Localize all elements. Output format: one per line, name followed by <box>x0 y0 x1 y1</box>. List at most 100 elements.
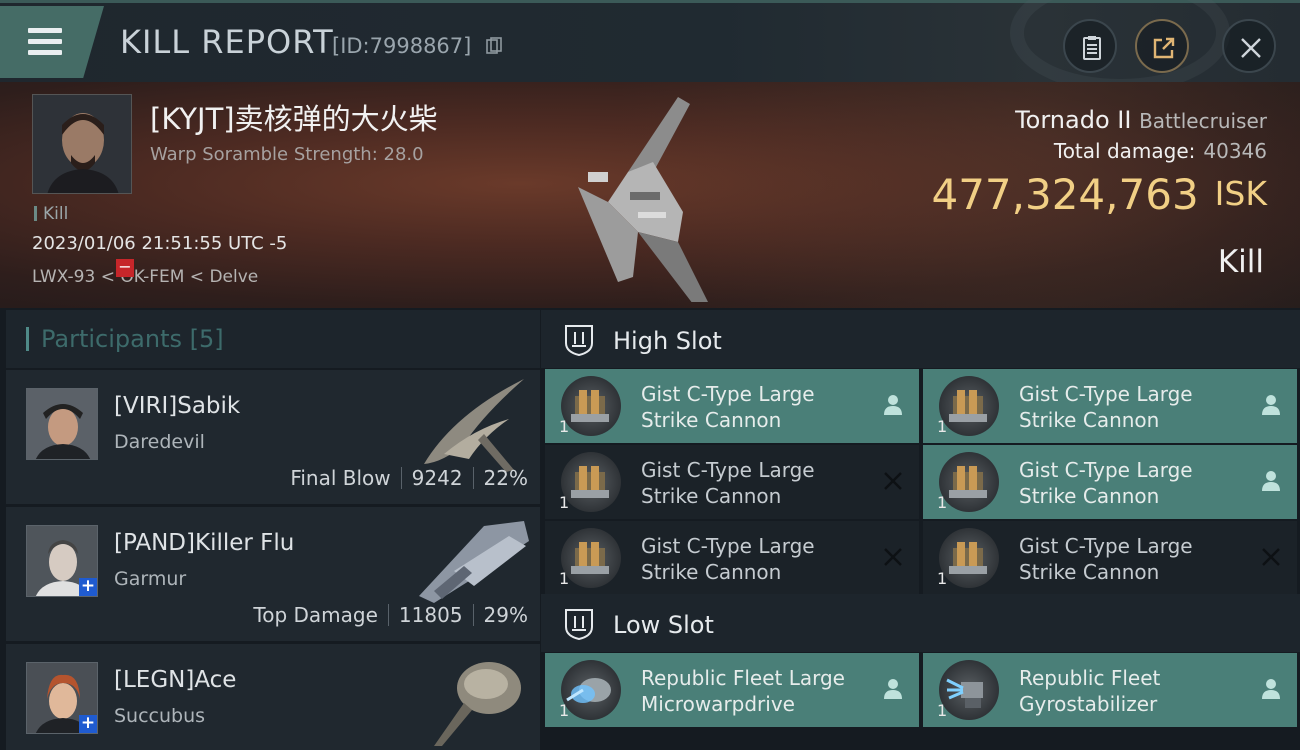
person-icon <box>1261 678 1281 704</box>
module-name-line1: Gist C-Type Large <box>1019 382 1193 406</box>
module-name: Gist C-Type Large Strike Cannon <box>641 381 815 433</box>
participant-ship-image <box>434 662 521 746</box>
victim-avatar[interactable] <box>32 94 132 194</box>
participant-role: Final Blow <box>290 466 391 490</box>
module-quantity: 1 <box>937 569 948 588</box>
participant-ship: Daredevil <box>114 431 205 453</box>
header-decoration <box>1010 0 1230 93</box>
module-quantity: 1 <box>559 701 570 720</box>
module-slot[interactable]: 1 Gist C-Type Large Strike Cannon <box>545 445 919 519</box>
isk-unit: ISK <box>1214 174 1267 213</box>
participant-ship-image <box>419 521 529 603</box>
module-name: Gist C-Type Large Strike Cannon <box>1019 457 1193 509</box>
propulsion-module-icon <box>561 660 621 720</box>
low-slot-label: Low Slot <box>613 611 714 639</box>
participant-damage: 9242 <box>411 466 463 490</box>
module-name: Republic Fleet Large Microwarpdrive <box>641 665 845 717</box>
result-label: Kill <box>1217 244 1264 280</box>
participant-stats: Final Blow 9242 22% <box>290 466 528 490</box>
module-name: Gist C-Type Large Strike Cannon <box>1019 381 1193 433</box>
module-quantity: 1 <box>937 493 948 512</box>
module-slot[interactable]: 1 Gist C-Type Large Strike Cannon <box>923 369 1297 443</box>
module-slot[interactable]: 1 Republic Fleet Large Microwarpdrive <box>545 653 919 727</box>
module-quantity: 1 <box>559 417 570 436</box>
warp-scramble-strength: Warp Soramble Strength: 28.0 <box>150 144 424 165</box>
module-slot[interactable]: 1 Republic Fleet Gyrostabilizer <box>923 653 1297 727</box>
character-portrait-icon <box>33 95 131 193</box>
participants-header: Participants [5] <box>6 310 540 368</box>
menu-button[interactable] <box>0 6 104 78</box>
hamburger-icon <box>28 28 62 61</box>
low-slot-header: Low Slot <box>541 594 1300 652</box>
clipboard-icon <box>1083 36 1101 60</box>
clipboard-button[interactable] <box>1063 19 1117 73</box>
module-name: Gist C-Type Large Strike Cannon <box>641 457 815 509</box>
module-name-line1: Republic Fleet Large <box>641 666 845 690</box>
person-icon <box>1261 470 1281 496</box>
kill-id: [ID:7998867] <box>332 34 472 58</box>
participant-stats: Top Damage 11805 29% <box>253 603 528 627</box>
high-slot-icon <box>565 325 593 357</box>
kill-tag-label: Kill <box>43 204 69 224</box>
module-name-line2: Strike Cannon <box>641 484 782 508</box>
module-quantity: 1 <box>559 569 570 588</box>
participant-damage: 11805 <box>398 603 463 627</box>
victim-ship-name: Tornado II Battlecruiser <box>1015 106 1267 134</box>
hostile-badge: − <box>116 259 134 277</box>
module-slot[interactable]: 1 Gist C-Type Large Strike Cannon <box>545 369 919 443</box>
participants-panel: Participants [5] [VIRI]Sabik Daredevil F… <box>0 308 540 750</box>
isk-amount: 477,324,763 <box>931 170 1199 219</box>
participant-avatar[interactable] <box>26 388 98 460</box>
high-slot-header: High Slot <box>541 310 1300 368</box>
cannon-module-icon <box>939 452 999 512</box>
person-icon <box>1261 394 1281 420</box>
participant-ship: Succubus <box>114 705 206 727</box>
participant-avatar[interactable]: + <box>26 525 98 597</box>
victim-banner: − [KYJT]卖核弹的大火柴 Warp Soramble Strength: … <box>0 82 1300 308</box>
kill-location: LWX-93 < OK-FEM < Delve <box>32 267 259 287</box>
cannon-module-icon <box>939 528 999 588</box>
participant-percent: 29% <box>483 603 528 627</box>
participant-card[interactable]: + [LEGN]Ace Succubus <box>6 644 540 750</box>
high-slot-label: High Slot <box>613 327 722 355</box>
participant-name: [LEGN]Ace <box>114 667 237 693</box>
participant-name: [VIRI]Sabik <box>114 393 241 419</box>
cannon-module-icon <box>561 528 621 588</box>
module-slot[interactable]: 1 Gist C-Type Large Strike Cannon <box>545 521 919 595</box>
cannon-module-icon <box>939 376 999 436</box>
module-name-line2: Strike Cannon <box>641 408 782 432</box>
cannon-module-icon <box>561 452 621 512</box>
module-quantity: 1 <box>937 701 948 720</box>
participant-avatar[interactable]: + <box>26 662 98 734</box>
participant-ship: Garmur <box>114 568 187 590</box>
person-icon <box>883 678 903 704</box>
kill-datetime: 2023/01/06 21:51:55 UTC -5 <box>32 233 288 254</box>
module-name-line1: Republic Fleet <box>1019 666 1161 690</box>
character-portrait-icon <box>27 389 97 459</box>
destroyed-x-icon <box>1261 546 1281 572</box>
participant-ship-image <box>424 379 524 472</box>
close-button[interactable] <box>1222 19 1276 73</box>
module-slot[interactable]: 1 Gist C-Type Large Strike Cannon <box>923 521 1297 595</box>
participant-card[interactable]: [VIRI]Sabik Daredevil Final Blow 9242 22% <box>6 370 540 504</box>
share-button[interactable] <box>1135 19 1189 73</box>
total-damage: Total damage: 40346 <box>1054 139 1267 163</box>
module-name-line1: Gist C-Type Large <box>641 458 815 482</box>
copy-icon[interactable] <box>486 37 502 55</box>
victim-ship-image <box>578 97 708 302</box>
total-damage-label: Total damage: <box>1053 139 1196 163</box>
share-icon <box>1153 37 1175 59</box>
module-name-line2: Gyrostabilizer <box>1019 692 1158 716</box>
module-name-line2: Microwarpdrive <box>641 692 795 716</box>
fitting-panel: High Slot 1 Gist C-Type Large Strike Canno… <box>541 308 1300 750</box>
ship-name: Tornado II <box>1015 106 1132 134</box>
module-slot[interactable]: 1 Gist C-Type Large Strike Cannon <box>923 445 1297 519</box>
person-icon <box>883 394 903 420</box>
participant-name: [PAND]Killer Flu <box>114 530 295 556</box>
victim-name: [KYJT]卖核弹的大火柴 <box>150 102 438 136</box>
module-name-line1: Gist C-Type Large <box>641 534 815 558</box>
propulsion-module-icon <box>939 660 999 720</box>
participant-card[interactable]: + [PAND]Killer Flu Garmur Top Damage 1180… <box>6 507 540 641</box>
module-name-line2: Strike Cannon <box>641 560 782 584</box>
isk-value: 477,324,763 ISK <box>931 170 1267 219</box>
